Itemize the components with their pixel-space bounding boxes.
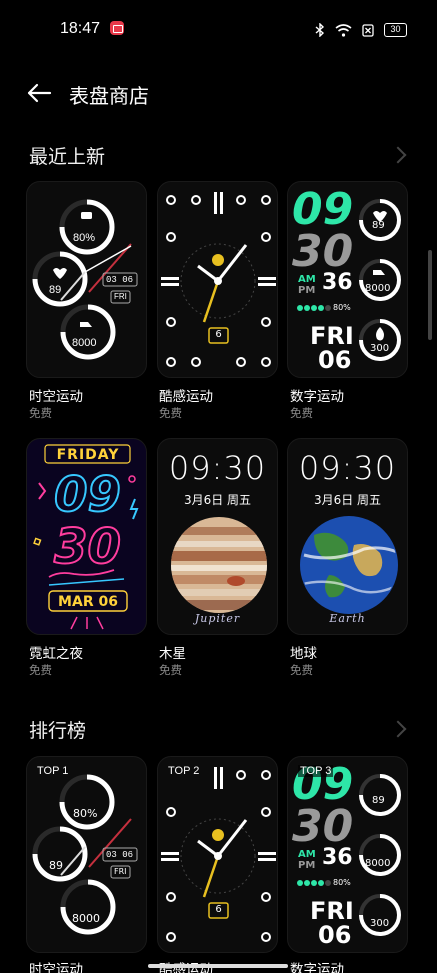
- face-date: 03 06: [106, 275, 134, 285]
- face-day: 6: [215, 329, 222, 340]
- section-more-recent-icon[interactable]: [389, 146, 407, 164]
- ranking-card-3[interactable]: 09 TOP 3 30 AM PM 36 80% FRI 06 89 8000 …: [287, 756, 408, 953]
- watchface-card-analog[interactable]: 6: [157, 181, 278, 378]
- metric-steps: 8000: [72, 337, 97, 349]
- metric-steps: 8000: [365, 283, 391, 294]
- metric-heart: 89: [49, 284, 62, 296]
- metric-calories: 300: [370, 343, 390, 354]
- card-name: 酷感运动: [159, 389, 213, 405]
- face-weekday: FRI: [114, 292, 127, 301]
- neon-date: MAR 06: [58, 594, 118, 610]
- metric-battery: 80%: [73, 232, 96, 244]
- analog-face-art: [161, 192, 276, 367]
- jupiter-planet-image: [171, 517, 267, 613]
- home-indicator[interactable]: [148, 964, 288, 968]
- digital-percent: 80%: [333, 878, 351, 887]
- earth-planet-image: [300, 516, 398, 614]
- digital-day: 06: [318, 346, 352, 374]
- watchface-card-earth[interactable]: 09:30 3月6日 周五 Earth: [287, 438, 408, 635]
- card-name: 木星: [159, 646, 186, 662]
- card-name: 地球: [290, 646, 317, 662]
- rank-badge: TOP 1: [37, 765, 69, 777]
- watchface-card-digital[interactable]: 09 30 AM PM 36 80% FRI 06 89 8000 300: [287, 181, 408, 378]
- planet-label: Earth: [329, 612, 366, 625]
- progress-dots: [297, 305, 331, 311]
- planet-label: Jupiter: [194, 612, 241, 625]
- metric-calories: 300: [370, 918, 390, 929]
- face-day: 6: [215, 904, 222, 915]
- battery-icon: 30: [384, 23, 407, 37]
- bluetooth-icon: [315, 23, 325, 37]
- screen-record-icon: [110, 21, 124, 35]
- watchface-card-neon[interactable]: FRIDAY 09 30 MAR 06: [26, 438, 147, 635]
- scrollbar[interactable]: [428, 250, 432, 340]
- metric-heart: 89: [372, 220, 385, 231]
- neon-hour: 09: [53, 466, 122, 524]
- card-name: 数字运动: [290, 389, 344, 405]
- face-date: 3月6日 周五: [183, 493, 252, 507]
- card-price: 免费: [290, 406, 313, 420]
- face-time: 09:30: [298, 449, 397, 487]
- card-name: 数字运动: [290, 962, 344, 973]
- wifi-icon: [335, 23, 352, 37]
- digital-am: AM: [298, 849, 316, 860]
- rank-badge: TOP 2: [168, 765, 200, 777]
- digital-pm: PM: [298, 285, 316, 296]
- card-price: 免费: [159, 406, 182, 420]
- metric-heart: 89: [49, 859, 63, 872]
- section-title-ranking: 排行榜: [29, 720, 87, 742]
- page-title: 表盘商店: [69, 84, 149, 108]
- face-date: 03 06: [106, 850, 134, 860]
- section-more-ranking-icon[interactable]: [389, 720, 407, 738]
- metric-heart: 89: [372, 795, 385, 806]
- face-date: 3月6日 周五: [313, 493, 382, 507]
- card-price: 免费: [159, 663, 182, 677]
- metric-battery: 80%: [73, 807, 98, 820]
- card-price: 免费: [290, 663, 313, 677]
- section-title-recent: 最近上新: [29, 146, 106, 168]
- card-name: 时空运动: [29, 962, 83, 973]
- neon-minute: 30: [53, 518, 122, 576]
- status-bar: 18:47 30: [0, 0, 437, 60]
- digital-day: 06: [318, 921, 352, 949]
- metric-steps: 8000: [365, 858, 391, 869]
- analog-face-art: [161, 767, 276, 942]
- face-weekday: FRI: [114, 867, 127, 876]
- rank-badge: TOP 3: [298, 765, 334, 777]
- back-arrow-icon[interactable]: [26, 80, 52, 106]
- digital-pm: PM: [298, 860, 316, 871]
- card-name: 霓虹之夜: [29, 646, 83, 662]
- ranking-card-2[interactable]: TOP 2 6: [157, 756, 278, 953]
- watchface-card-jupiter[interactable]: 09:30 3月6日 周五 Jupiter: [157, 438, 278, 635]
- status-icons: 30: [315, 21, 407, 39]
- face-time: 09:30: [168, 449, 267, 487]
- no-sim-icon: [362, 23, 374, 37]
- metric-steps: 8000: [72, 912, 100, 925]
- digital-seconds: 36: [322, 270, 353, 295]
- digital-seconds: 36: [322, 845, 353, 870]
- progress-dots: [297, 880, 331, 886]
- card-price: 免费: [29, 406, 52, 420]
- watchface-card-sport[interactable]: 80% 89 8000 03 06 FRI: [26, 181, 147, 378]
- digital-am: AM: [298, 274, 316, 285]
- ranking-card-1[interactable]: TOP 1 80% 89 8000 03 06 FRI: [26, 756, 147, 953]
- status-time: 18:47: [60, 20, 101, 37]
- digital-percent: 80%: [333, 303, 351, 312]
- card-price: 免费: [29, 663, 52, 677]
- card-name: 时空运动: [29, 389, 83, 405]
- neon-weekday: FRIDAY: [56, 447, 120, 463]
